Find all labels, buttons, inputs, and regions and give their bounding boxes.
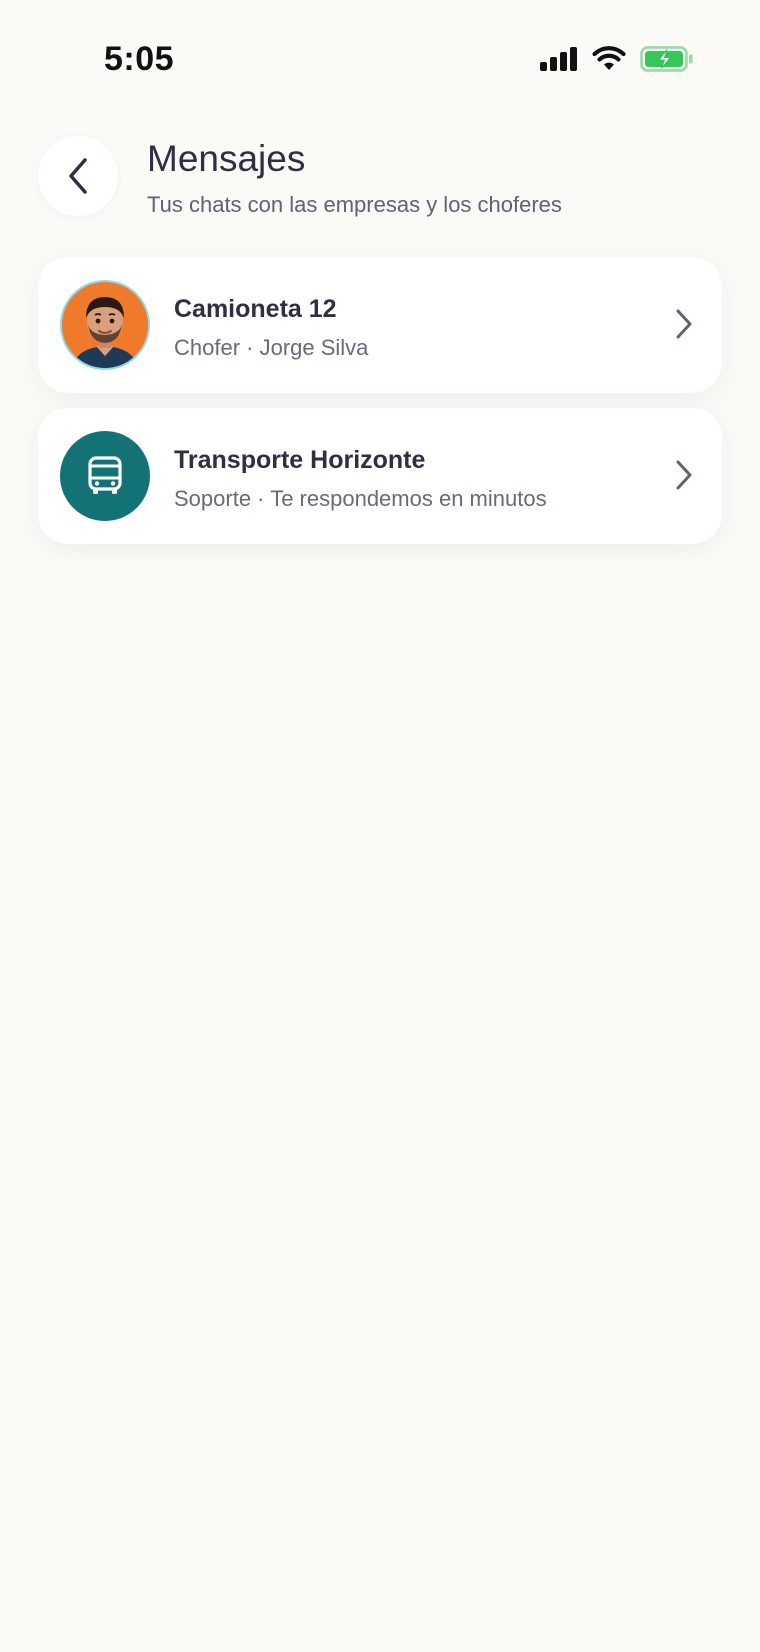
chevron-right-icon	[676, 460, 692, 490]
cellular-signal-icon	[540, 47, 577, 71]
wifi-icon	[592, 46, 626, 70]
chat-item-camioneta-12[interactable]: Camioneta 12 Chofer · Jorge Silva	[38, 257, 722, 393]
driver-avatar	[60, 280, 150, 370]
battery-charging-icon	[640, 46, 693, 72]
company-avatar	[60, 431, 150, 521]
chat-subtitle: Soporte · Te respondemos en minutos	[174, 486, 547, 511]
chat-name: Camioneta 12	[174, 295, 337, 323]
chat-item-transporte-horizonte[interactable]: Transporte Horizonte Soporte · Te respon…	[38, 408, 722, 544]
page-subtitle: Tus chats con las empresas y los chofere…	[147, 192, 562, 217]
status-icons	[540, 46, 694, 72]
chevron-left-icon	[69, 158, 87, 194]
status-bar: 5:05	[0, 0, 760, 124]
chat-name: Transporte Horizonte	[174, 446, 426, 474]
chevron-right-icon	[676, 309, 692, 339]
status-time: 5:05	[104, 40, 175, 78]
bus-icon	[88, 456, 122, 494]
driver-portrait-avatar	[62, 282, 148, 368]
page-title: Mensajes	[147, 138, 306, 179]
chat-subtitle: Chofer · Jorge Silva	[174, 335, 369, 360]
back-button[interactable]	[38, 136, 118, 216]
chat-list: Camioneta 12 Chofer · Jorge Silva Transp…	[38, 257, 722, 559]
page-header: Mensajes Tus chats con las empresas y lo…	[0, 130, 760, 230]
